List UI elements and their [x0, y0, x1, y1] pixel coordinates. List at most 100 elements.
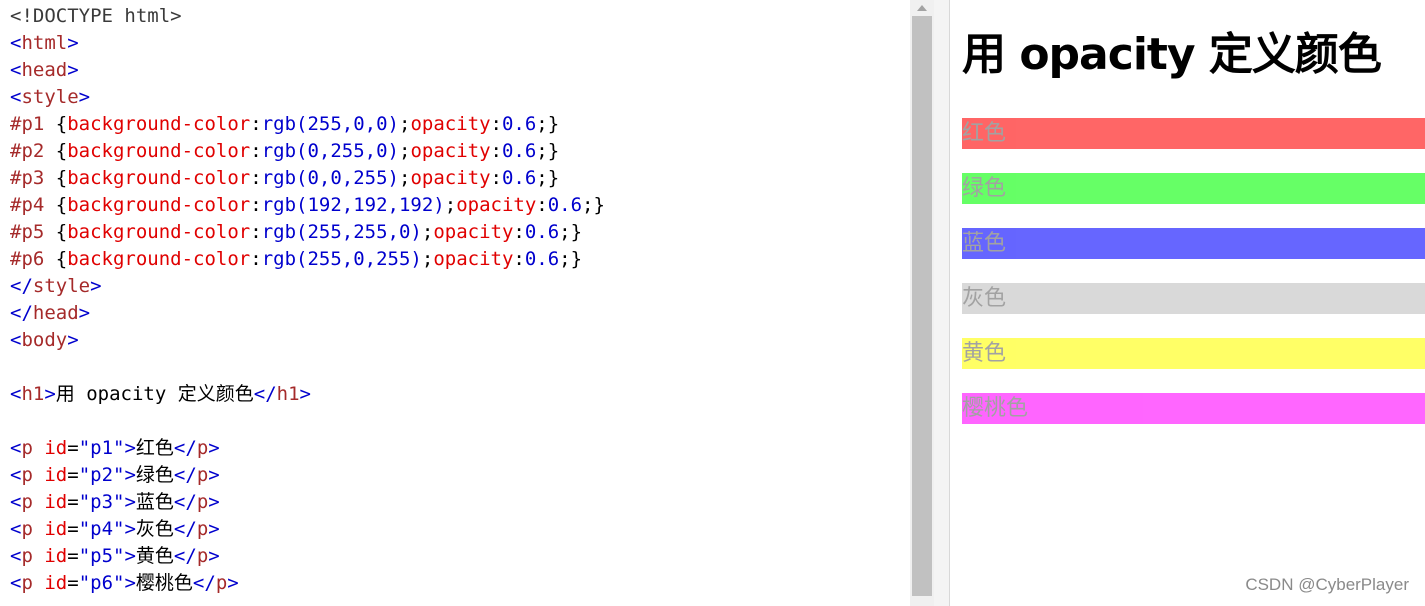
- code-token: 0.6: [501, 140, 537, 162]
- code-line[interactable]: <h1>用 opacity 定义颜色</h1>: [10, 381, 605, 408]
- code-token: =: [67, 491, 79, 513]
- code-token: "p4": [78, 518, 125, 540]
- code-line[interactable]: #p4 {background-color:rgb(192,192,192);o…: [10, 192, 605, 219]
- code-token: :: [513, 248, 525, 270]
- code-line[interactable]: </style>: [10, 273, 605, 300]
- code-editor[interactable]: <!DOCTYPE html> <html> <head> <style> #p1 {b…: [0, 0, 910, 606]
- code-token: "p6": [78, 572, 125, 594]
- code-line[interactable]: #p3 {background-color:rgb(0,0,255);opaci…: [10, 165, 605, 192]
- code-line[interactable]: <html>: [10, 30, 605, 57]
- code-token: :: [536, 194, 548, 216]
- code-line[interactable]: <head>: [10, 57, 605, 84]
- code-token: p: [196, 518, 209, 540]
- code-token: 0.6: [524, 221, 560, 243]
- code-token: <: [10, 518, 22, 540]
- code-token: <: [10, 329, 22, 351]
- editor-scrollbar[interactable]: [910, 0, 934, 606]
- code-token: 红色: [135, 437, 174, 459]
- code-token: background-color: [67, 248, 251, 270]
- code-token: opacity: [456, 194, 537, 216]
- code-token: p: [21, 518, 45, 540]
- code-token: body: [21, 329, 68, 351]
- code-token: >: [208, 545, 220, 567]
- code-token: :: [490, 113, 502, 135]
- code-token: ;: [398, 140, 411, 162]
- code-token: "p1": [78, 437, 125, 459]
- code-token: opacity: [433, 221, 514, 243]
- code-token: p: [21, 491, 45, 513]
- code-token: #p4: [10, 194, 56, 216]
- code-token: p: [21, 572, 45, 594]
- code-token: background-color: [67, 140, 251, 162]
- code-token: <: [10, 59, 22, 81]
- code-token: opacity: [410, 140, 491, 162]
- code-token: >: [124, 491, 136, 513]
- paragraph-p5: 黄色: [962, 338, 1425, 369]
- code-token: >: [124, 518, 136, 540]
- code-line[interactable]: #p5 {background-color:rgb(255,255,0);opa…: [10, 219, 605, 246]
- watermark: CSDN @CyberPlayer: [1245, 575, 1409, 594]
- code-token: "p3": [78, 491, 125, 513]
- code-token: >: [78, 86, 91, 108]
- code-token: 0.6: [524, 248, 560, 270]
- code-token: </: [10, 302, 33, 324]
- code-token: >: [124, 437, 136, 459]
- pane-divider[interactable]: [934, 0, 950, 606]
- code-token: 绿色: [135, 464, 174, 486]
- code-token: </: [10, 275, 33, 297]
- code-token: =: [67, 464, 79, 486]
- code-token: {: [55, 248, 68, 270]
- code-line[interactable]: <p id="p1">红色</p>: [10, 435, 605, 462]
- code-token: ;}: [536, 140, 560, 162]
- code-token: 黄色: [135, 545, 174, 567]
- code-line[interactable]: <p id="p6">樱桃色</p>: [10, 570, 605, 597]
- code-line[interactable]: <body>: [10, 327, 605, 354]
- code-token: >: [67, 59, 79, 81]
- code-token: </: [253, 383, 277, 405]
- code-token: ;}: [536, 167, 560, 189]
- code-line[interactable]: </head>: [10, 300, 605, 327]
- code-token: p: [21, 545, 45, 567]
- code-token: :: [250, 221, 262, 243]
- code-token: ;: [398, 113, 411, 135]
- paragraph-p2: 绿色: [962, 173, 1425, 204]
- code-token: =: [67, 518, 79, 540]
- code-line[interactable]: <p id="p3">蓝色</p>: [10, 489, 605, 516]
- result-heading: 用 opacity 定义颜色: [962, 29, 1382, 80]
- code-token: >: [124, 464, 136, 486]
- code-line[interactable]: <p id="p2">绿色</p>: [10, 462, 605, 489]
- code-token: =: [67, 545, 79, 567]
- code-line[interactable]: [10, 354, 605, 381]
- code-token: p: [21, 464, 45, 486]
- code-token: >: [299, 383, 311, 405]
- code-token: h1: [21, 383, 45, 405]
- code-line[interactable]: [10, 408, 605, 435]
- code-token: rgb(255,255,0): [261, 221, 422, 243]
- code-line[interactable]: <style>: [10, 84, 605, 111]
- code-token: :: [490, 167, 502, 189]
- code-line[interactable]: #p2 {background-color:rgb(0,255,0);opaci…: [10, 138, 605, 165]
- code-line[interactable]: <p id="p4">灰色</p>: [10, 516, 605, 543]
- scrollbar-thumb[interactable]: [912, 16, 932, 596]
- code-token: opacity: [410, 167, 491, 189]
- code-token: =: [67, 572, 79, 594]
- code-token: p: [196, 437, 209, 459]
- code-line[interactable]: <!DOCTYPE html>: [10, 3, 605, 30]
- code-token: 0.6: [501, 113, 537, 135]
- code-token: >: [208, 491, 220, 513]
- code-token: p: [196, 464, 209, 486]
- code-token: <: [10, 32, 22, 54]
- code-token: ;: [421, 221, 434, 243]
- code-token: </: [173, 545, 197, 567]
- scroll-up-arrow-icon[interactable]: [910, 0, 934, 16]
- code-token: #p1: [10, 113, 56, 135]
- code-token: {: [55, 221, 68, 243]
- code-token: #p2: [10, 140, 56, 162]
- code-line[interactable]: #p1 {background-color:rgb(255,0,0);opaci…: [10, 111, 605, 138]
- code-token: </: [192, 572, 216, 594]
- code-token: :: [250, 248, 262, 270]
- code-line[interactable]: <p id="p5">黄色</p>: [10, 543, 605, 570]
- code-line[interactable]: #p6 {background-color:rgb(255,0,255);opa…: [10, 246, 605, 273]
- code-text[interactable]: <!DOCTYPE html> <html> <head> <style> #p1 {b…: [10, 3, 605, 597]
- code-token: background-color: [67, 167, 251, 189]
